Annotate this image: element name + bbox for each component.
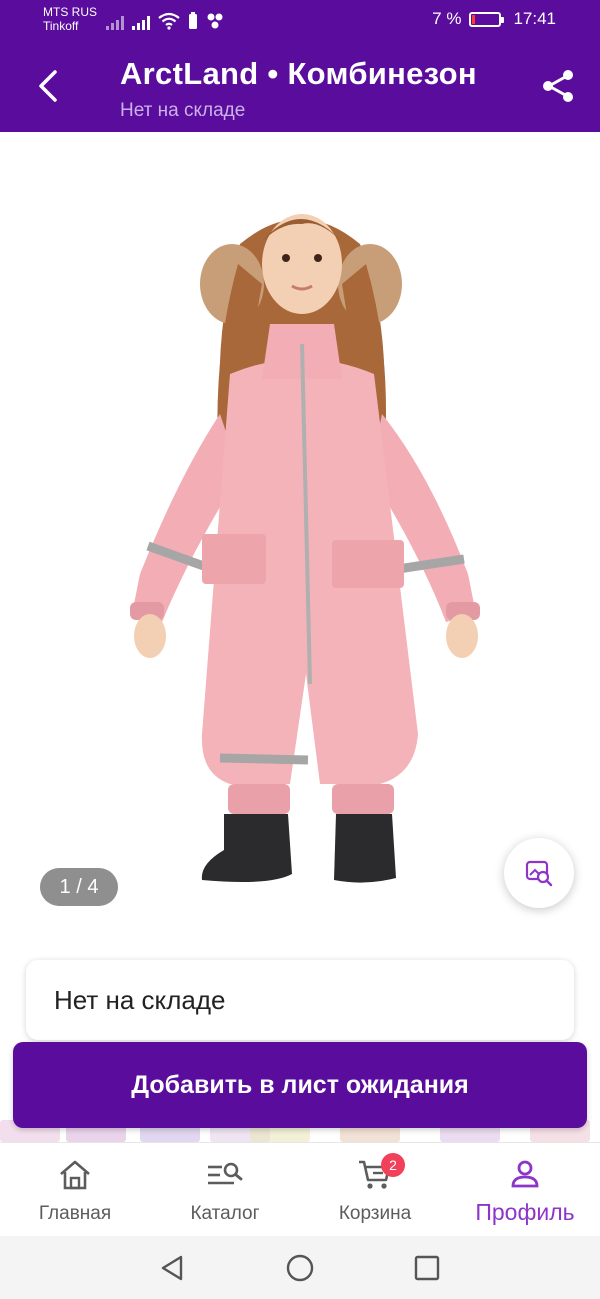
- stock-status-text: Нет на складе: [54, 984, 226, 1015]
- page-subtitle: Нет на складе: [120, 100, 246, 121]
- carrier-1: MTS RUS: [43, 5, 97, 19]
- add-to-waitlist-button[interactable]: Добавить в лист ожидания: [13, 1042, 587, 1128]
- battery-alert-icon: [189, 12, 197, 29]
- signal-1-icon: [106, 14, 124, 30]
- carrier-2: Tinkoff: [43, 19, 79, 33]
- page-title: ArctLand • Комбинезон: [120, 56, 477, 91]
- image-counter: 1 / 4: [40, 868, 118, 906]
- catalog-search-icon: [208, 1162, 243, 1185]
- nav-item-home[interactable]: Главная: [0, 1143, 150, 1237]
- app-notification-icon: [207, 13, 223, 29]
- screen: MTS RUS Tinkoff 7 % 17:41 ArctLand • Ком…: [0, 0, 600, 1299]
- nav-item-profile[interactable]: Профиль: [450, 1143, 600, 1237]
- system-recents-button[interactable]: [411, 1252, 443, 1284]
- carrier-info: MTS RUS Tinkoff: [43, 5, 97, 33]
- product-gallery[interactable]: 1 / 4: [0, 132, 600, 937]
- wifi-icon: [158, 12, 180, 30]
- clock: 17:41: [513, 9, 556, 28]
- app-bar: ArctLand • Комбинезон Нет на складе: [0, 40, 600, 132]
- status-bar: MTS RUS Tinkoff 7 % 17:41: [0, 0, 600, 40]
- nav-label-profile: Профиль: [475, 1199, 575, 1225]
- status-icons: [106, 10, 224, 30]
- home-icon: [60, 1160, 90, 1190]
- system-back-button[interactable]: [156, 1252, 188, 1284]
- nav-label-cart: Корзина: [338, 1203, 412, 1224]
- nav-label-catalog: Каталог: [190, 1203, 260, 1224]
- system-home-button[interactable]: [284, 1252, 316, 1284]
- image-search-icon: [525, 860, 553, 887]
- system-navigation-bar: [0, 1236, 600, 1299]
- chevron-left-icon: [39, 70, 57, 102]
- share-button[interactable]: [538, 66, 578, 106]
- share-icon: [543, 70, 573, 102]
- circle-home-icon: [286, 1254, 314, 1282]
- bottom-navigation: Главная Каталог 2 Корзина Профиль: [0, 1142, 600, 1236]
- profile-icon: [511, 1160, 539, 1188]
- nav-item-catalog[interactable]: Каталог: [150, 1143, 300, 1237]
- nav-label-home: Главная: [38, 1203, 112, 1224]
- back-button[interactable]: [26, 62, 70, 110]
- stock-status-card: Нет на складе: [26, 960, 574, 1040]
- visual-search-button[interactable]: [504, 838, 574, 908]
- battery-percent: 7 %: [432, 9, 462, 28]
- battery-icon: [469, 11, 505, 27]
- status-right: 7 % 17:41: [432, 9, 556, 29]
- square-recents-icon: [414, 1255, 440, 1281]
- signal-2-icon: [132, 14, 150, 30]
- triangle-back-icon: [161, 1255, 183, 1281]
- nav-item-cart[interactable]: 2 Корзина: [300, 1143, 450, 1237]
- product-image[interactable]: [120, 174, 490, 914]
- cart-badge: 2: [381, 1153, 405, 1177]
